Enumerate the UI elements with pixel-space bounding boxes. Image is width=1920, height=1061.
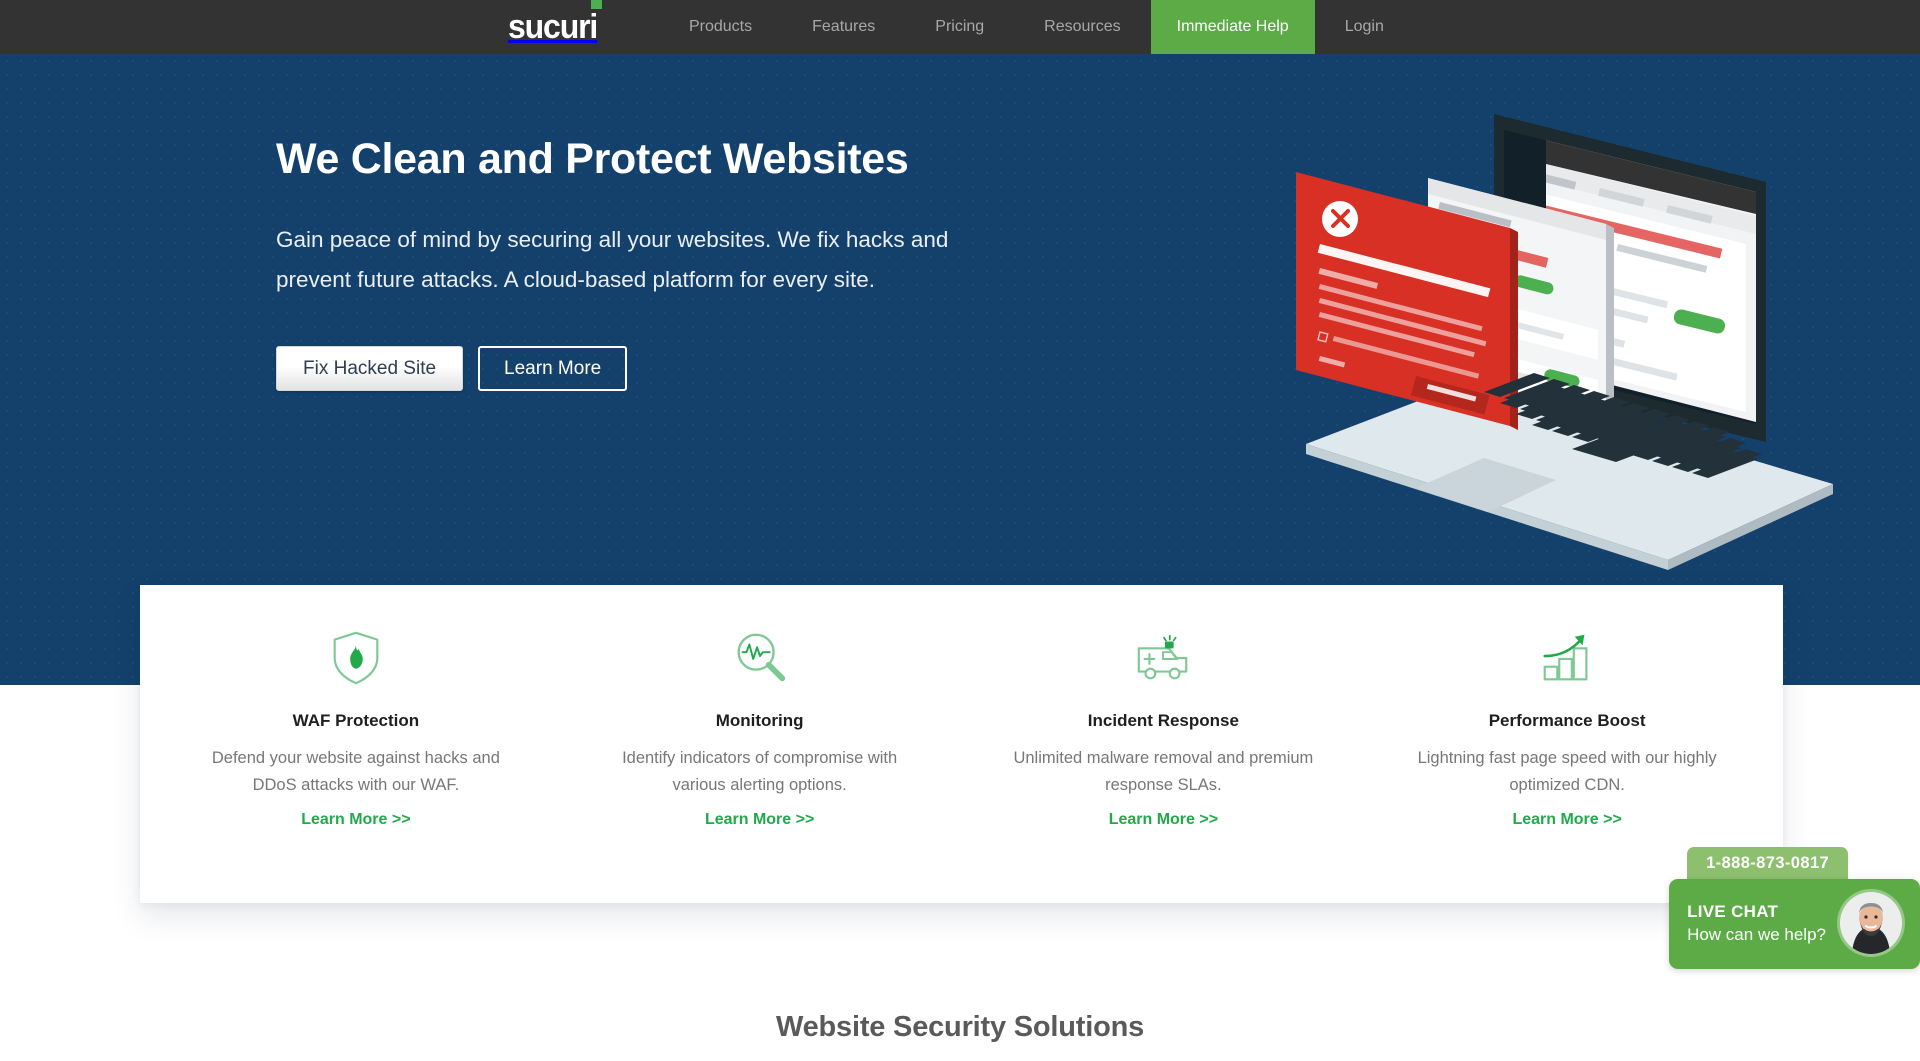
hero-heading: We Clean and Protect Websites xyxy=(276,135,909,183)
nav-item-features[interactable]: Features xyxy=(782,0,905,54)
section-title-website-security-solutions: Website Security Solutions xyxy=(775,1011,1145,1043)
sucuri-logo[interactable]: sucuri xyxy=(508,0,603,54)
shield-flame-icon xyxy=(325,627,387,689)
feature-title: Monitoring xyxy=(715,711,804,730)
avatar xyxy=(1840,892,1902,954)
hero-subheading: Gain peace of mind by securing all your … xyxy=(276,227,949,292)
feature-card-incident-response[interactable]: Incident Response Unlimited malware remo… xyxy=(962,627,1366,903)
feature-learn-more-link[interactable]: Learn More >> xyxy=(705,811,814,829)
nav-links: Products Features Pricing Resources Imme… xyxy=(659,0,1412,54)
learn-more-button[interactable]: Learn More xyxy=(478,346,628,392)
laptop-illustration xyxy=(1288,92,1848,612)
fix-hacked-site-button[interactable]: Fix Hacked Site xyxy=(276,346,464,392)
feature-learn-more-link[interactable]: Learn More >> xyxy=(301,811,410,829)
feature-learn-more-link[interactable]: Learn More >> xyxy=(1109,811,1218,829)
laptop-illustration-svg xyxy=(1296,114,1833,570)
hero-buttons: Fix Hacked Site Learn More xyxy=(276,346,996,392)
nav-item-resources[interactable]: Resources xyxy=(1014,0,1150,54)
hero-copy: We Clean and Protect Websites Gain peace… xyxy=(276,135,996,392)
features-grid: WAF Protection Defend your website again… xyxy=(140,585,1783,903)
chat-box[interactable]: LIVE CHAT How can we help? xyxy=(1669,879,1920,969)
page-root: sucuri Products Features Pricing Resourc… xyxy=(0,0,1920,1061)
feature-title: Incident Response xyxy=(1087,711,1239,730)
features-panel: WAF Protection Defend your website again… xyxy=(140,585,1783,903)
ambulance-icon xyxy=(1132,627,1194,689)
section-subtitle: We deliver a website security service, m… xyxy=(0,1057,1920,1061)
top-navigation-bar: sucuri Products Features Pricing Resourc… xyxy=(0,0,1920,54)
feature-description: Identify indicators of compromise with v… xyxy=(622,749,898,794)
feature-title: WAF Protection xyxy=(292,711,420,730)
nav-item-immediate-help[interactable]: Immediate Help xyxy=(1150,0,1315,54)
feature-title: Performance Boost xyxy=(1488,711,1646,730)
nav-inner: sucuri Products Features Pricing Resourc… xyxy=(0,0,1920,54)
live-chat-widget[interactable]: 1-888-873-0817 LIVE CHAT How can we help… xyxy=(1669,842,1920,969)
logo-green-square-icon xyxy=(590,0,602,9)
chat-subtitle: How can we help? xyxy=(1687,924,1826,944)
logo-wordmark: sucuri xyxy=(508,8,598,46)
chat-text: LIVE CHAT How can we help? xyxy=(1687,902,1840,945)
feature-description: Lightning fast page speed with our highl… xyxy=(1417,749,1717,794)
feature-learn-more-link[interactable]: Learn More >> xyxy=(1512,811,1621,829)
growth-chart-icon xyxy=(1536,627,1598,689)
feature-card-waf-protection[interactable]: WAF Protection Defend your website again… xyxy=(154,627,558,903)
nav-item-products[interactable]: Products xyxy=(659,0,782,54)
nav-item-login[interactable]: Login xyxy=(1315,0,1412,54)
nav-item-pricing[interactable]: Pricing xyxy=(905,0,1014,54)
magnifier-pulse-icon xyxy=(729,627,791,689)
chat-title: LIVE CHAT xyxy=(1687,901,1779,921)
feature-description: Defend your website against hacks and DD… xyxy=(211,749,500,794)
feature-description: Unlimited malware removal and premium re… xyxy=(1013,749,1314,794)
feature-card-monitoring[interactable]: Monitoring Identify indicators of compro… xyxy=(558,627,962,903)
